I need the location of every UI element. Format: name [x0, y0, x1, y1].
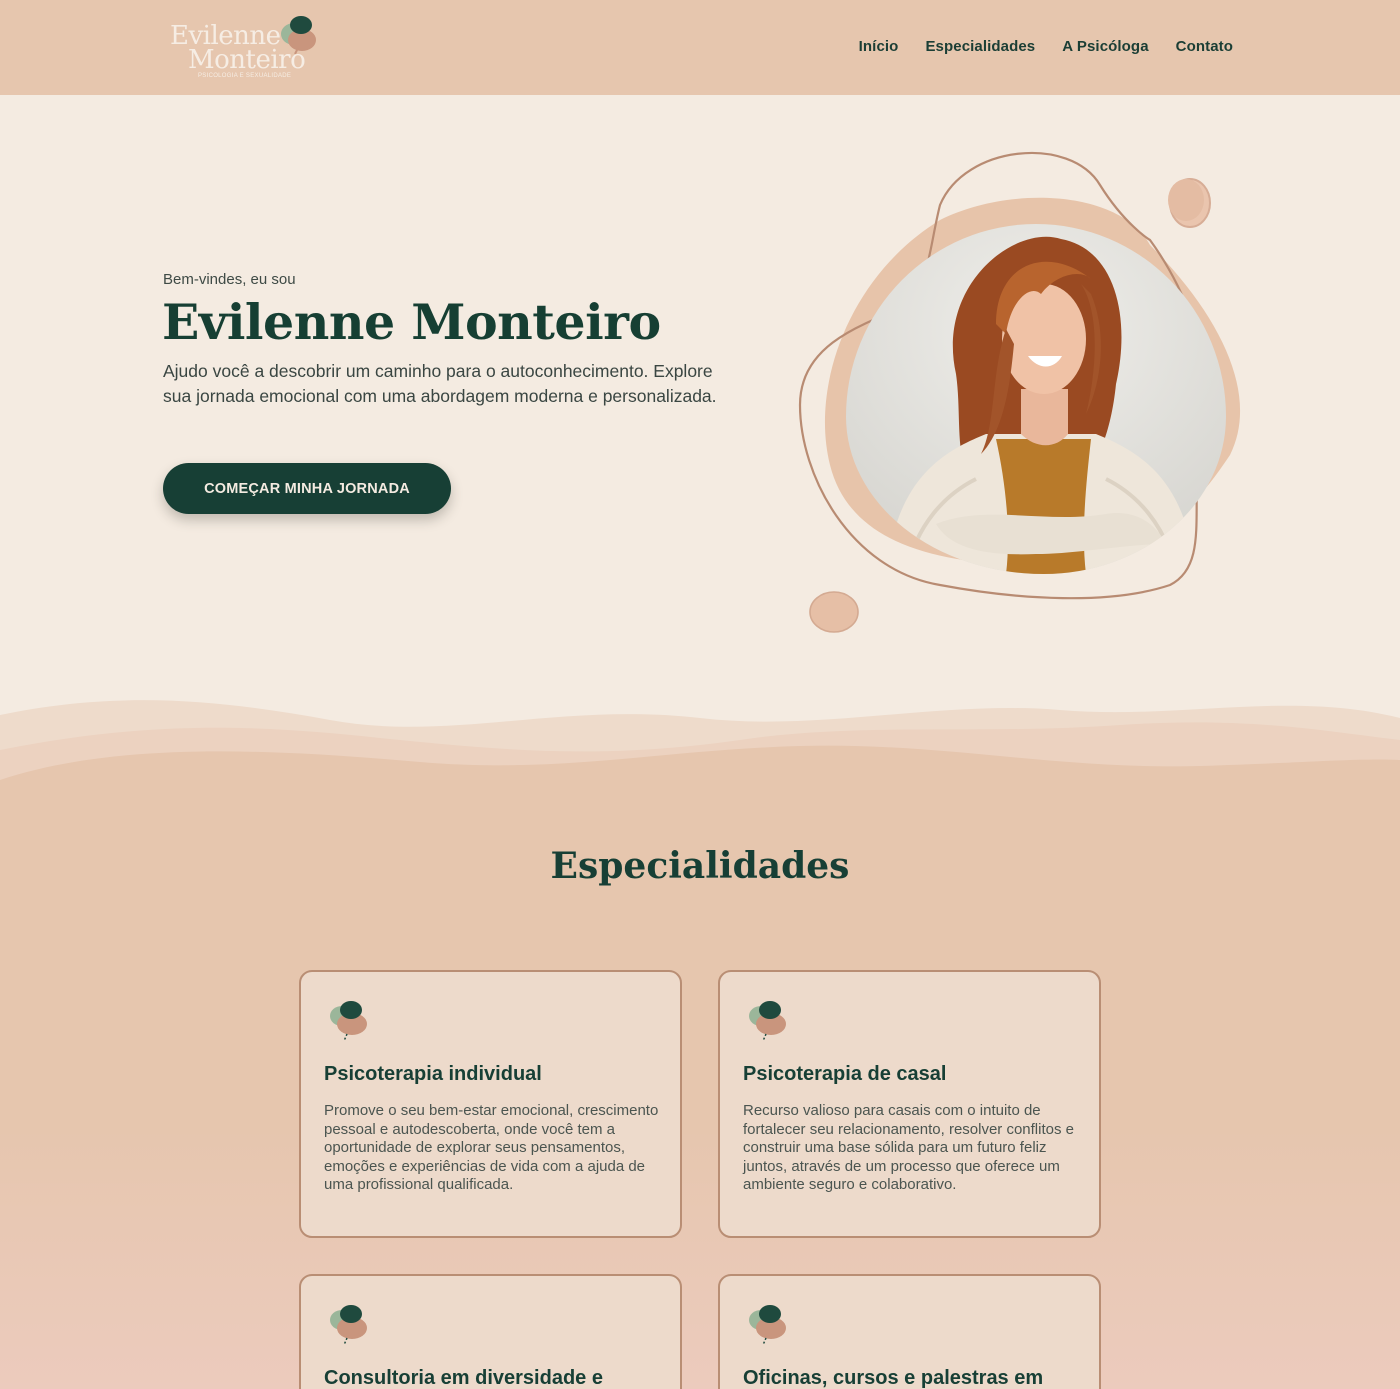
- main-nav: Início Especialidades A Psicóloga Contat…: [859, 38, 1233, 55]
- nav-especialidades[interactable]: Especialidades: [925, 38, 1035, 55]
- specialty-card-casal[interactable]: Psicoterapia de casal Recurso valioso pa…: [718, 970, 1101, 1238]
- brain-leaf-icon: [330, 1305, 367, 1346]
- specialties-title: Especialidades: [550, 845, 850, 887]
- logo[interactable]: Evilenne Monteiro PSICOLOGIA E SEXUALIDA…: [168, 14, 318, 82]
- card-title: Oficinas, cursos e palestras em: [743, 1367, 1044, 1389]
- specialty-card-individual[interactable]: Psicoterapia individual Promove o seu be…: [299, 970, 682, 1238]
- hero-description: Ajudo você a descobrir um caminho para o…: [163, 361, 717, 406]
- card-title: Psicoterapia individual: [324, 1063, 542, 1085]
- logo-text-line2: Monteiro: [188, 45, 306, 75]
- logo-tagline: PSICOLOGIA E SEXUALIDADE: [198, 73, 292, 79]
- nav-contato[interactable]: Contato: [1176, 38, 1233, 55]
- specialties-section: [0, 800, 1400, 1389]
- nav-a-psicologa[interactable]: A Psicóloga: [1062, 38, 1148, 55]
- start-journey-button[interactable]: COMEÇAR MINHA JORNADA: [163, 463, 451, 514]
- hero-greeting: Bem-vindes, eu sou: [163, 271, 296, 288]
- specialty-card-diversidade[interactable]: Consultoria em diversidade e: [299, 1274, 682, 1389]
- specialty-card-oficinas[interactable]: Oficinas, cursos e palestras em: [718, 1274, 1101, 1389]
- card-title: Consultoria em diversidade e: [324, 1367, 603, 1389]
- nav-inicio[interactable]: Início: [859, 38, 899, 55]
- section-wave-divider: [0, 700, 1400, 810]
- card-description: Recurso valioso para casais com o intuit…: [743, 1102, 1074, 1194]
- brain-leaf-icon: [749, 1305, 786, 1346]
- brain-leaf-icon: [749, 1001, 786, 1042]
- brain-leaf-icon: [330, 1001, 367, 1042]
- site-header: Evilenne Monteiro PSICOLOGIA E SEXUALIDA…: [0, 0, 1400, 95]
- card-description: Promove o seu bem-estar emocional, cresc…: [324, 1102, 659, 1194]
- card-title: Psicoterapia de casal: [743, 1063, 947, 1085]
- hero-title: Evilenne Monteiro: [162, 293, 661, 351]
